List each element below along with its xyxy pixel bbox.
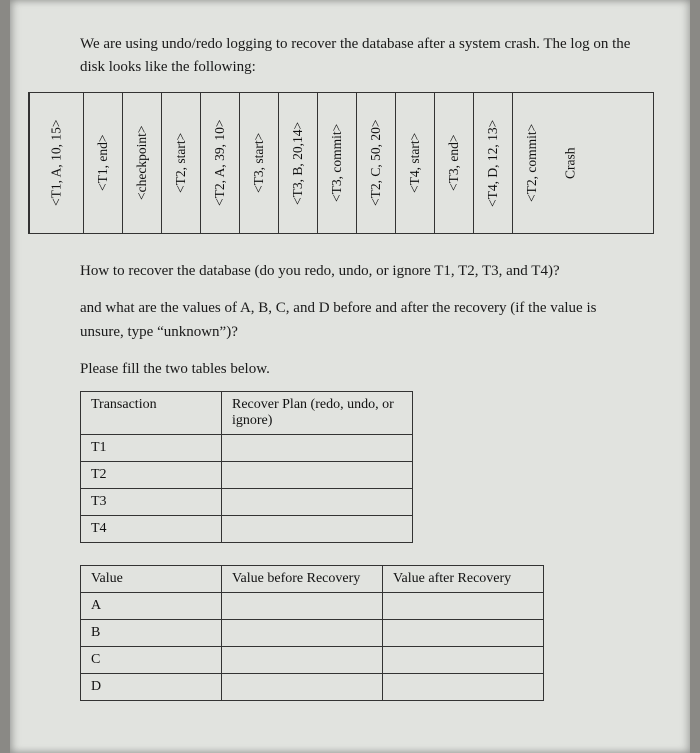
value-name-cell: C [81, 647, 222, 674]
log-entry: <T3, end> [434, 93, 473, 233]
answer-cell[interactable] [383, 674, 544, 701]
answer-cell[interactable] [222, 462, 413, 489]
table-row: C [81, 647, 544, 674]
log-entry: <T3, B, 20,14> [278, 93, 317, 233]
transaction-cell: T1 [81, 435, 222, 462]
answer-cell[interactable] [222, 620, 383, 647]
answer-cell[interactable] [222, 435, 413, 462]
values-table: Value Value before Recovery Value after … [80, 565, 544, 701]
answer-cell[interactable] [222, 647, 383, 674]
log-entry: <T2, C, 50, 20> [356, 93, 395, 233]
question-line-1: How to recover the database (do you redo… [80, 260, 640, 283]
answer-cell[interactable] [383, 593, 544, 620]
transaction-cell: T3 [81, 489, 222, 516]
table-row: A [81, 593, 544, 620]
value-name-cell: D [81, 674, 222, 701]
answer-cell[interactable] [222, 516, 413, 543]
exercise-page: We are using undo/redo logging to recove… [10, 0, 690, 753]
answer-cell[interactable] [222, 674, 383, 701]
answer-cell[interactable] [383, 647, 544, 674]
question-line-2: and what are the values of A, B, C, and … [80, 297, 640, 344]
log-record-box: <T1, A, 10, 15> <T1, end> <checkpoint> <… [28, 92, 654, 234]
table-header: Value before Recovery [222, 566, 383, 593]
table-row: T1 [81, 435, 413, 462]
table-row: T3 [81, 489, 413, 516]
table-row: T2 [81, 462, 413, 489]
log-entry: <T1, end> [83, 93, 122, 233]
log-entry: <T1, A, 10, 15> [29, 93, 83, 233]
log-entry: Crash [551, 93, 590, 233]
answer-cell[interactable] [222, 489, 413, 516]
transaction-cell: T4 [81, 516, 222, 543]
log-entry: <T4, D, 12, 13> [473, 93, 512, 233]
transaction-cell: T2 [81, 462, 222, 489]
intro-text: We are using undo/redo logging to recove… [80, 33, 640, 78]
log-entry: <T3, start> [239, 93, 278, 233]
table-row: B [81, 620, 544, 647]
value-name-cell: B [81, 620, 222, 647]
log-entry: <checkpoint> [122, 93, 161, 233]
table-header: Transaction [81, 392, 222, 435]
log-entry: <T4, start> [395, 93, 434, 233]
answer-cell[interactable] [383, 620, 544, 647]
table-header: Value after Recovery [383, 566, 544, 593]
answer-cell[interactable] [222, 593, 383, 620]
table-header: Recover Plan (redo, undo, or ignore) [222, 392, 413, 435]
table-row: D [81, 674, 544, 701]
log-entry: <T2, commit> [512, 93, 551, 233]
recover-plan-table: Transaction Recover Plan (redo, undo, or… [80, 391, 413, 543]
table-row: T4 [81, 516, 413, 543]
value-name-cell: A [81, 593, 222, 620]
table-header: Value [81, 566, 222, 593]
question-line-3: Please fill the two tables below. [80, 358, 640, 381]
log-entry: <T2, A, 39, 10> [200, 93, 239, 233]
log-entry: <T2, start> [161, 93, 200, 233]
log-entry: <T3, commit> [317, 93, 356, 233]
